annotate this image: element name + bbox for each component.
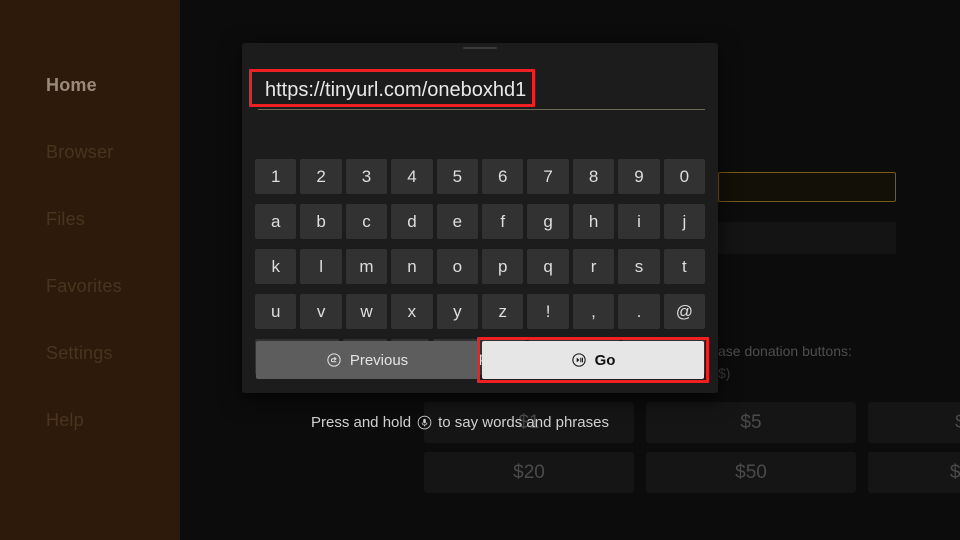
- microphone-icon: [417, 415, 432, 430]
- donation-amount: $20: [513, 461, 545, 483]
- voice-hint-after: to say words and phrases: [438, 413, 609, 431]
- key-9[interactable]: 9: [618, 159, 660, 194]
- key-d[interactable]: d: [391, 204, 433, 239]
- background-note-line1: ase donation buttons:: [718, 343, 852, 359]
- donation-tile[interactable]: $100: [868, 452, 960, 493]
- key-c[interactable]: c: [345, 204, 388, 239]
- key-m[interactable]: m: [345, 249, 388, 284]
- key-g[interactable]: g: [527, 204, 569, 239]
- key-v[interactable]: v: [300, 294, 342, 329]
- donation-amount: $50: [735, 461, 767, 483]
- donation-amount: $100: [949, 461, 960, 483]
- key-r[interactable]: r: [572, 249, 615, 284]
- key-y[interactable]: y: [436, 294, 479, 329]
- key-w[interactable]: w: [345, 294, 388, 329]
- donation-tile[interactable]: $10: [868, 402, 960, 443]
- previous-button[interactable]: Previous: [256, 341, 478, 379]
- key-0[interactable]: 0: [663, 159, 706, 194]
- play-pause-icon: [571, 352, 587, 368]
- keyboard-row-u: u v w x y z ! , . @: [255, 294, 706, 329]
- key-e[interactable]: e: [436, 204, 479, 239]
- key-b[interactable]: b: [300, 204, 342, 239]
- key-at[interactable]: @: [663, 294, 706, 329]
- voice-hint-before: Press and hold: [310, 413, 412, 431]
- donation-tile[interactable]: $5: [646, 402, 856, 443]
- background-note: ase donation buttons: $): [718, 340, 958, 384]
- key-o[interactable]: o: [436, 249, 479, 284]
- key-k[interactable]: k: [255, 249, 297, 284]
- key-i[interactable]: i: [618, 204, 660, 239]
- voice-input-hint: Press and hold to say words and phrases: [244, 409, 676, 435]
- url-input-underline: [258, 109, 705, 110]
- background-note-line2: $): [718, 365, 731, 381]
- donation-amount: $5: [740, 411, 762, 433]
- sidebar-item-browser[interactable]: Browser: [0, 119, 180, 186]
- key-u[interactable]: u: [255, 294, 297, 329]
- donation-amount: $10: [955, 412, 960, 434]
- url-input[interactable]: https://tinyurl.com/oneboxhd1: [255, 72, 705, 110]
- back-arrow-icon: [326, 352, 342, 368]
- key-t[interactable]: t: [663, 249, 706, 284]
- keyboard-row-a: a b c d e f g h i j: [255, 204, 706, 239]
- key-p[interactable]: p: [482, 249, 524, 284]
- key-comma[interactable]: ,: [572, 294, 615, 329]
- key-l[interactable]: l: [300, 249, 342, 284]
- key-5[interactable]: 5: [436, 159, 479, 194]
- sidebar-item-label: Browser: [46, 142, 114, 162]
- key-3[interactable]: 3: [345, 159, 388, 194]
- key-z[interactable]: z: [482, 294, 524, 329]
- sidebar-item-help[interactable]: Help: [0, 387, 180, 454]
- key-x[interactable]: x: [391, 294, 433, 329]
- key-1[interactable]: 1: [255, 159, 297, 194]
- key-j[interactable]: j: [663, 204, 706, 239]
- key-4[interactable]: 4: [391, 159, 433, 194]
- sidebar-item-label: Settings: [46, 343, 113, 363]
- sidebar-item-settings[interactable]: Settings: [0, 320, 180, 387]
- key-f[interactable]: f: [482, 204, 524, 239]
- sidebar-item-files[interactable]: Files: [0, 186, 180, 253]
- background-url-field[interactable]: [718, 172, 896, 202]
- key-6[interactable]: 6: [482, 159, 524, 194]
- screen: ase donation buttons: $) $1 $5 $10 $20 $…: [0, 0, 960, 540]
- previous-button-label: Previous: [349, 351, 409, 369]
- key-7[interactable]: 7: [527, 159, 569, 194]
- dialog-handle: [463, 47, 497, 49]
- sidebar-item-label: Help: [46, 410, 84, 430]
- key-8[interactable]: 8: [572, 159, 615, 194]
- keyboard-action-row: Previous Go: [256, 341, 704, 379]
- key-a[interactable]: a: [255, 204, 297, 239]
- key-n[interactable]: n: [391, 249, 433, 284]
- donation-tile[interactable]: $50: [646, 452, 856, 493]
- key-2[interactable]: 2: [300, 159, 342, 194]
- sidebar-item-label: Favorites: [46, 276, 122, 296]
- keyboard-row-k: k l m n o p q r s t: [255, 249, 706, 284]
- background-secondary-field[interactable]: [718, 222, 896, 254]
- go-button[interactable]: Go: [482, 341, 704, 379]
- sidebar-item-favorites[interactable]: Favorites: [0, 253, 180, 320]
- sidebar-item-label: Home: [46, 75, 97, 95]
- keyboard-row-numbers: 1 2 3 4 5 6 7 8 9 0: [255, 159, 706, 194]
- sidebar-item-label: Files: [46, 209, 86, 229]
- key-q[interactable]: q: [527, 249, 569, 284]
- sidebar: Home Browser Files Favorites Settings He…: [0, 0, 180, 540]
- go-button-label: Go: [594, 351, 616, 369]
- donation-tile[interactable]: $20: [424, 452, 634, 493]
- key-period[interactable]: .: [618, 294, 660, 329]
- key-exclamation[interactable]: !: [527, 294, 569, 329]
- key-s[interactable]: s: [618, 249, 660, 284]
- sidebar-item-home[interactable]: Home: [0, 52, 180, 119]
- url-input-value: https://tinyurl.com/oneboxhd1: [265, 78, 527, 101]
- key-h[interactable]: h: [572, 204, 615, 239]
